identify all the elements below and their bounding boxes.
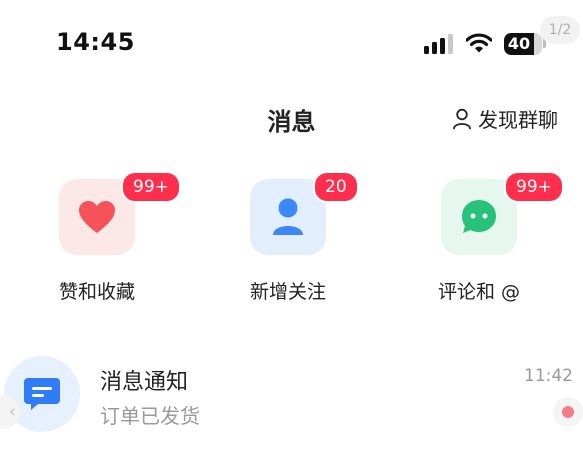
- discover-group-chat-label: 发现群聊: [478, 108, 558, 132]
- person-icon: [273, 198, 303, 235]
- dot-icon: [562, 406, 574, 418]
- chat-bubble-icon: [462, 200, 496, 233]
- status-bar-time: 14:45: [56, 28, 135, 56]
- comments-count-badge: 99+: [504, 171, 564, 203]
- message-title: 消息通知: [100, 370, 189, 395]
- notification-message-icon: [24, 378, 60, 410]
- message-time: 11:42: [524, 366, 573, 386]
- page-indicator: 1/2: [540, 16, 580, 44]
- message-preview: 订单已发货: [100, 404, 200, 428]
- wifi-icon: [466, 33, 492, 53]
- battery-level: 40: [507, 34, 531, 53]
- comments-and-mentions-label: 评论和 @: [437, 281, 521, 303]
- battery-indicator: 40: [504, 33, 542, 55]
- new-followers-count-badge: 20: [313, 171, 359, 203]
- discover-group-chat-button[interactable]: 发现群聊: [452, 104, 558, 133]
- likes-count-badge: 99+: [121, 171, 181, 203]
- heart-icon: [79, 201, 115, 233]
- new-followers-label: 新增关注: [249, 281, 326, 303]
- floating-assist-button[interactable]: [553, 397, 583, 427]
- person-icon: [453, 108, 471, 129]
- likes-and-favorites-label: 赞和收藏: [58, 281, 135, 303]
- message-list-item[interactable]: 消息通知 订单已发货 11:42: [0, 350, 583, 450]
- cellular-signal-icon: [424, 34, 454, 54]
